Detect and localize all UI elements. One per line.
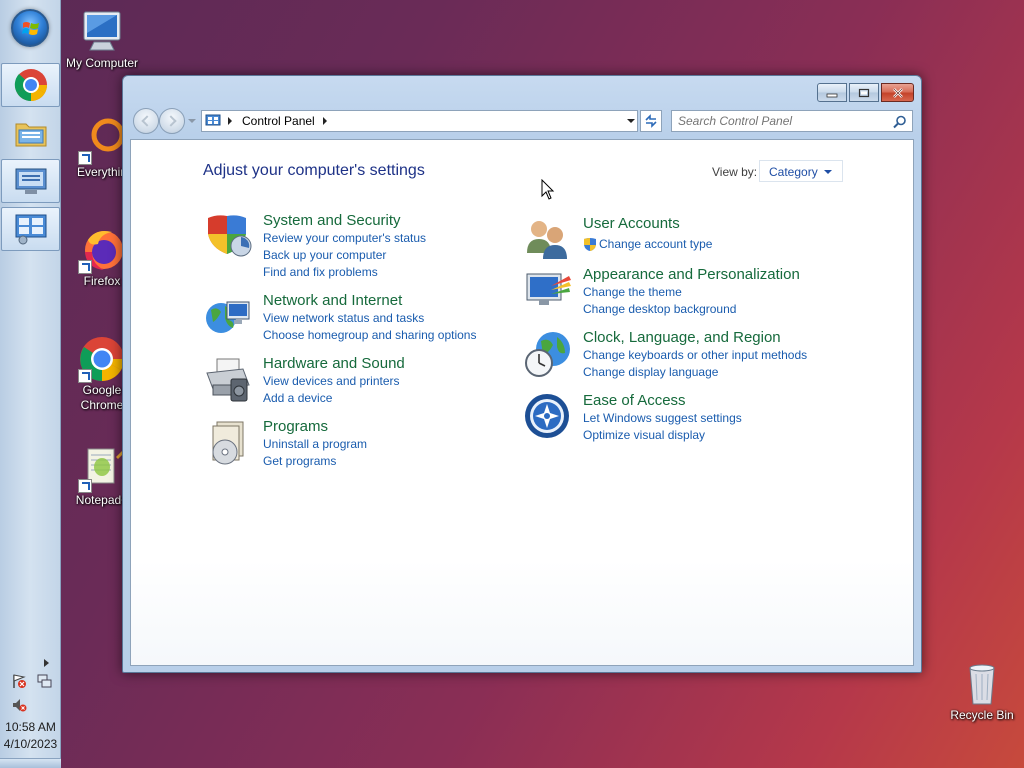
close-icon [892, 87, 903, 98]
back-arrow-icon [141, 115, 153, 127]
category-title[interactable]: User Accounts [583, 215, 680, 232]
category-link[interactable]: Change account type [599, 237, 712, 251]
search-box[interactable] [671, 110, 913, 132]
control-panel-content: Adjust your computer's settings View by:… [130, 139, 914, 666]
taskbar-remote-desktop[interactable] [1, 159, 60, 203]
desktop-icon-recycle-bin[interactable]: Recycle Bin [942, 660, 1022, 723]
category-title[interactable]: Programs [263, 418, 328, 435]
programs-disc-icon[interactable] [203, 418, 253, 468]
category-link[interactable]: Change display language [583, 365, 718, 379]
chrome-icon [14, 69, 47, 102]
category-link[interactable]: Change keyboards or other input methods [583, 348, 807, 362]
shield-icon[interactable] [203, 212, 253, 262]
chevron-down-icon [824, 170, 832, 174]
volume-muted-icon[interactable] [11, 697, 27, 713]
show-hidden-icons-arrow-icon[interactable] [44, 659, 49, 667]
action-center-flag-icon[interactable] [11, 673, 27, 689]
system-tray: 10:58 AM 4/10/2023 [0, 648, 61, 768]
minimize-icon [826, 93, 838, 97]
view-by-value: Category [769, 165, 818, 179]
display-paint-icon[interactable] [523, 266, 573, 316]
close-button[interactable] [881, 83, 914, 102]
category-link[interactable]: Add a device [263, 391, 332, 405]
network-icon[interactable] [36, 673, 52, 689]
shortcut-arrow-icon [78, 260, 92, 274]
network-globe-icon[interactable] [203, 292, 253, 342]
control-panel-icon [15, 214, 46, 245]
computer-icon [83, 11, 121, 51]
taskbar: 10:58 AM 4/10/2023 [0, 0, 61, 768]
shortcut-arrow-icon [78, 369, 92, 383]
recent-pages-dropdown[interactable] [188, 119, 196, 123]
address-history-dropdown[interactable] [627, 119, 635, 123]
recycle-bin-icon [969, 664, 995, 705]
back-button[interactable] [133, 108, 159, 134]
minimize-button[interactable] [817, 83, 847, 102]
address-bar[interactable]: Control Panel [201, 110, 638, 132]
control-panel-small-icon [205, 114, 221, 126]
search-input[interactable] [678, 112, 888, 130]
category-title[interactable]: Clock, Language, and Region [583, 329, 781, 346]
desktop-icon-label: My Computer [65, 56, 139, 70]
forward-arrow-icon [165, 115, 177, 127]
category-link[interactable]: Get programs [263, 454, 336, 468]
clock-globe-icon[interactable] [523, 329, 573, 379]
category-link[interactable]: Uninstall a program [263, 437, 367, 451]
taskbar-file-explorer[interactable] [1, 111, 60, 155]
remote-desktop-icon [15, 168, 46, 194]
desktop-icon-label: Recycle Bin [950, 708, 1014, 722]
category-title[interactable]: Appearance and Personalization [583, 266, 800, 283]
windows-flag-icon [22, 22, 39, 35]
users-icon[interactable] [523, 215, 573, 265]
taskbar-control-panel[interactable] [1, 207, 60, 251]
category-link[interactable]: Choose homegroup and sharing options [263, 328, 476, 342]
category-link[interactable]: Review your computer's status [263, 231, 426, 245]
file-explorer-icon [15, 123, 46, 147]
view-by-dropdown[interactable]: Category [759, 160, 843, 182]
breadcrumb-separator-icon[interactable] [323, 117, 327, 125]
refresh-icon [645, 114, 657, 128]
window-controls [817, 83, 914, 102]
desktop-icon-my-computer[interactable]: My Computer [62, 8, 142, 71]
view-by-label: View by: [712, 165, 758, 179]
category-link[interactable]: View devices and printers [263, 374, 400, 388]
forward-button[interactable] [159, 108, 185, 134]
navigation-bar: Control Panel [131, 108, 913, 134]
shortcut-arrow-icon [78, 151, 92, 165]
category-link[interactable]: Back up your computer [263, 248, 386, 262]
category-title[interactable]: Ease of Access [583, 392, 686, 409]
category-link[interactable]: View network status and tasks [263, 311, 424, 325]
start-button[interactable] [11, 9, 49, 47]
maximize-button[interactable] [849, 83, 879, 102]
show-desktop-button[interactable] [0, 758, 61, 768]
breadcrumb-separator-icon[interactable] [228, 117, 232, 125]
category-link[interactable]: Change the theme [583, 285, 682, 299]
category-link[interactable]: Find and fix problems [263, 265, 378, 279]
uac-shield-icon [584, 238, 596, 251]
mouse-cursor-icon [541, 179, 555, 200]
page-title: Adjust your computer's settings [203, 162, 425, 179]
category-title[interactable]: Network and Internet [263, 292, 402, 309]
category-link[interactable]: Change desktop background [583, 302, 736, 316]
category-title[interactable]: System and Security [263, 212, 401, 229]
maximize-icon [858, 88, 870, 97]
category-link[interactable]: Let Windows suggest settings [583, 411, 742, 425]
printer-icon[interactable] [203, 355, 253, 405]
search-icon[interactable] [893, 115, 907, 129]
clock-date[interactable]: 4/10/2023 [0, 737, 61, 751]
refresh-button[interactable] [640, 110, 662, 132]
clock-time[interactable]: 10:58 AM [0, 720, 61, 734]
breadcrumb-control-panel[interactable]: Control Panel [242, 114, 315, 128]
category-link[interactable]: Optimize visual display [583, 428, 705, 442]
control-panel-window: Control Panel Adjust your computer's set… [122, 75, 922, 673]
taskbar-chrome[interactable] [1, 63, 60, 107]
shortcut-arrow-icon [78, 479, 92, 493]
ease-of-access-icon[interactable] [523, 392, 573, 442]
category-title[interactable]: Hardware and Sound [263, 355, 405, 372]
